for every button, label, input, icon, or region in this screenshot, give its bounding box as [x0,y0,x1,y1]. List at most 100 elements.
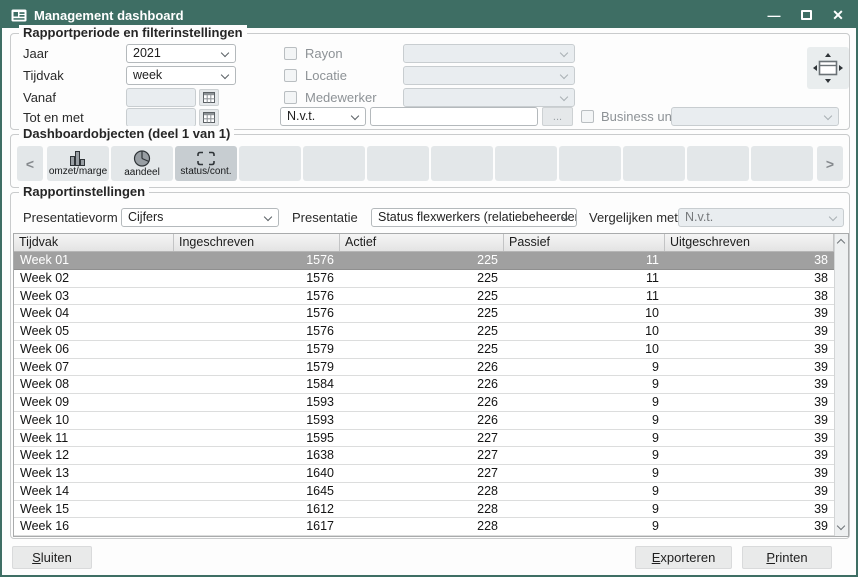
value-cell: 1579 [174,341,340,358]
medewerker-checkbox[interactable] [284,91,297,104]
table-row[interactable]: Week 091593226939 [14,394,834,412]
pie-chart-icon [133,150,151,167]
sluiten-button[interactable]: Sluiten [12,546,92,569]
table-row[interactable]: Week 0215762251138 [14,270,834,288]
value-cell: 10 [504,323,665,340]
rayon-label: Rayon [305,44,343,63]
table-row[interactable]: Week 0315762251138 [14,288,834,306]
value-cell: 226 [340,359,504,376]
value-cell: 11 [504,288,665,305]
tot-en-met-calendar-button[interactable] [199,109,219,126]
scroll-down-button[interactable] [838,523,845,530]
vergelijken-met-select[interactable]: N.v.t. [678,208,844,227]
scroll-up-button[interactable] [838,240,845,247]
rayon-checkbox[interactable] [284,47,297,60]
value-cell: 225 [340,288,504,305]
browse-button[interactable]: ... [542,107,573,126]
minimize-button[interactable]: — [766,7,782,23]
locatie-label: Locatie [305,66,347,85]
chevron-up-icon [837,239,845,247]
empty-object-slot[interactable] [239,146,301,181]
exporteren-button[interactable]: Exporteren [635,546,732,569]
object-status-cont-button[interactable]: status/cont. [175,146,237,181]
objects-prev-button[interactable]: < [17,146,43,181]
table-row[interactable]: Week 081584226939 [14,376,834,394]
tijdvak-cell: Week 07 [14,359,174,376]
value-cell: 39 [665,305,834,322]
vanaf-calendar-button[interactable] [199,89,219,106]
chevron-down-icon [824,112,832,120]
empty-object-slot[interactable] [431,146,493,181]
tijdvak-cell: Week 04 [14,305,174,322]
printen-button[interactable]: Printen [742,546,832,569]
table-row[interactable]: Week 0615792251039 [14,341,834,359]
filters-group: Rapportperiode en filterinstellingen Jaa… [10,33,850,130]
medewerker-select[interactable] [403,88,575,107]
empty-object-slot[interactable] [495,146,557,181]
table-row[interactable]: Week 0415762251039 [14,305,834,323]
nvt-select[interactable]: N.v.t. [280,107,366,126]
value-cell: 39 [665,518,834,535]
value-cell: 9 [504,376,665,393]
table-row[interactable]: Week 131640227939 [14,465,834,483]
vanaf-input[interactable] [126,88,196,107]
value-cell: 225 [340,270,504,287]
window-navigate-button[interactable] [807,47,849,89]
value-cell: 228 [340,501,504,518]
vanaf-label: Vanaf [23,88,56,107]
value-cell: 225 [340,323,504,340]
business-unit-label: Business un [601,107,672,126]
business-unit-select[interactable] [671,107,839,126]
chevron-down-icon [560,49,568,57]
presentatie-select[interactable]: Status flexwerkers (relatiebeheerder) [371,208,577,227]
empty-object-slot[interactable] [559,146,621,181]
empty-object-slot[interactable] [687,146,749,181]
tijdvak-cell: Week 02 [14,270,174,287]
objects-next-button[interactable]: > [817,146,843,181]
object-omzet-marge-button[interactable]: omzet/marge [47,146,109,181]
value-cell: 228 [340,518,504,535]
value-cell: 228 [340,483,504,500]
tijdvak-cell: Week 11 [14,430,174,447]
object-aandeel-button[interactable]: aandeel [111,146,173,181]
table-row[interactable]: Week 141645228939 [14,483,834,501]
filter-value-input[interactable] [370,107,538,126]
column-header-ingeschreven[interactable]: Ingeschreven [174,234,340,251]
table-row[interactable]: Week 161617228939 [14,518,834,536]
chevron-down-icon [221,71,229,79]
table-row[interactable]: Week 151612228939 [14,501,834,519]
maximize-button[interactable] [798,7,814,23]
value-cell: 225 [340,252,504,269]
table-row[interactable]: Week 111595227939 [14,430,834,448]
empty-object-slot[interactable] [367,146,429,181]
rayon-select[interactable] [403,44,575,63]
value-cell: 39 [665,359,834,376]
move-window-icon [810,50,846,86]
table-row[interactable]: Week 121638227939 [14,447,834,465]
value-cell: 1638 [174,447,340,464]
column-header-tijdvak[interactable]: Tijdvak [14,234,174,251]
column-header-uitgeschreven[interactable]: Uitgeschreven [665,234,834,251]
presentatie-label: Presentatie [292,208,358,227]
table-row[interactable]: Week 101593226939 [14,412,834,430]
empty-object-slot[interactable] [623,146,685,181]
tijdvak-cell: Week 01 [14,252,174,269]
tot-en-met-input[interactable] [126,108,196,127]
table-row[interactable]: Week 071579226939 [14,359,834,377]
presentatievorm-select[interactable]: Cijfers [121,208,279,227]
table-row[interactable]: Week 0115762251138 [14,252,834,270]
table-row[interactable]: Week 0515762251039 [14,323,834,341]
business-unit-checkbox[interactable] [581,110,594,123]
column-header-actief[interactable]: Actief [340,234,504,251]
empty-object-slot[interactable] [751,146,813,181]
locatie-checkbox[interactable] [284,69,297,82]
close-button[interactable]: ✕ [830,7,846,23]
calendar-icon [203,92,215,103]
jaar-select[interactable]: 2021 [126,44,236,63]
vertical-scrollbar[interactable] [834,234,848,536]
tijdvak-select[interactable]: week [126,66,236,85]
column-header-passief[interactable]: Passief [504,234,665,251]
locatie-select[interactable] [403,66,575,85]
value-cell: 39 [665,376,834,393]
empty-object-slot[interactable] [303,146,365,181]
